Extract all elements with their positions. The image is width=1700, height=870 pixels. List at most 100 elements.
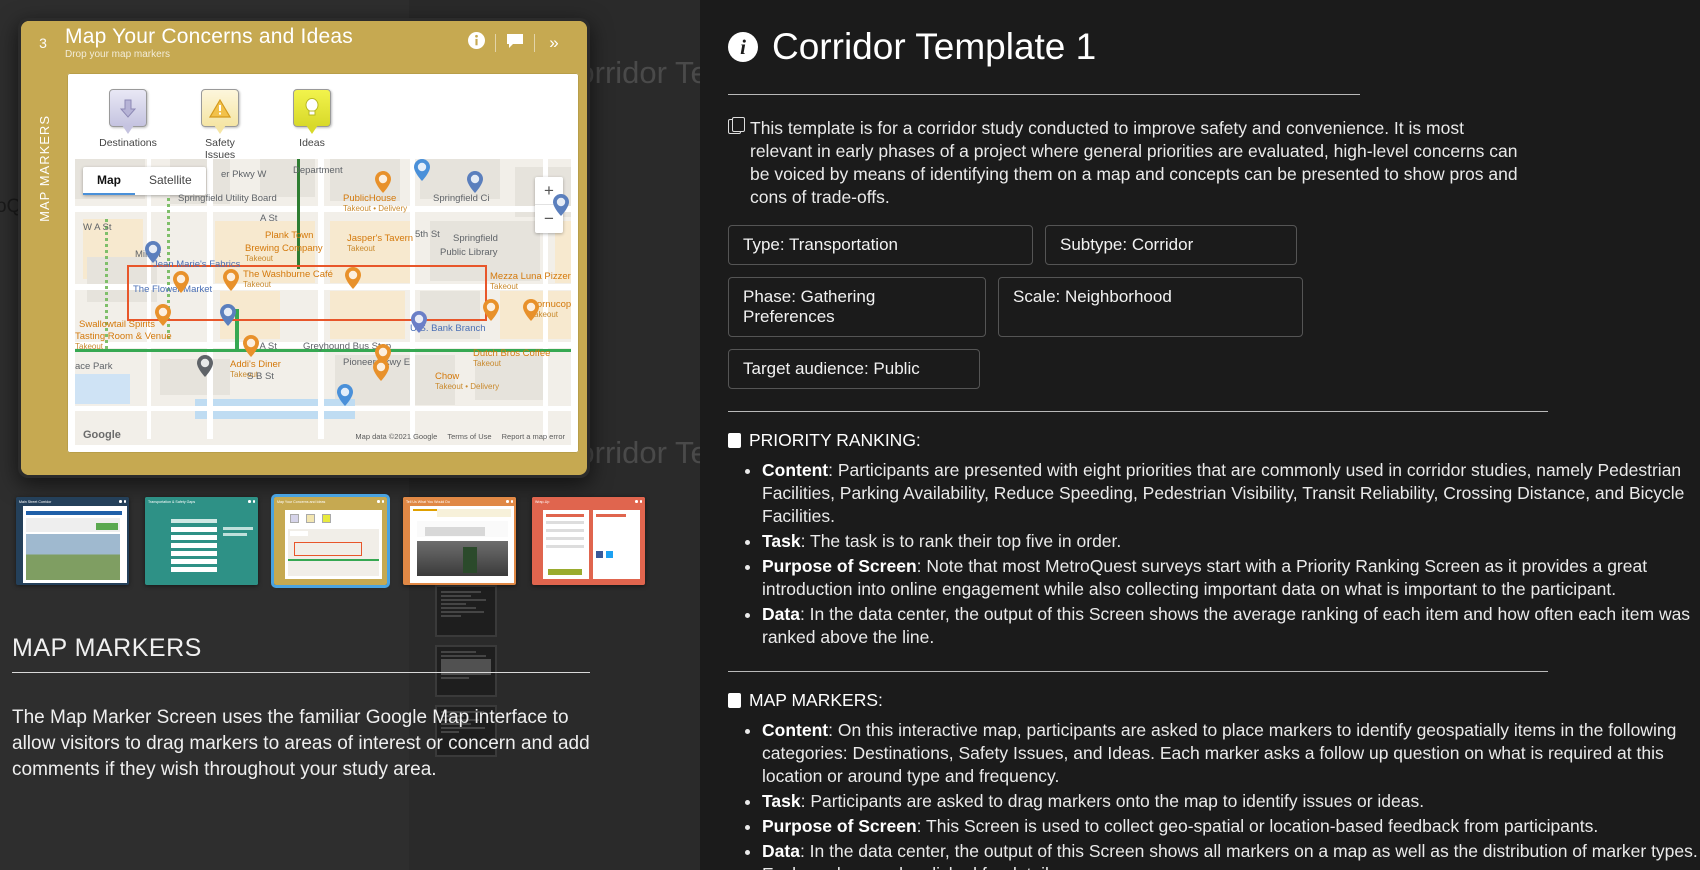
map-pin-icon[interactable] (173, 271, 189, 293)
preview-header: 3 Map Your Concerns and Ideas Drop your … (21, 21, 587, 65)
map-label: Swallowtail Spirits (79, 319, 156, 330)
map-pin-icon[interactable] (223, 269, 239, 291)
bullet-label: Data (762, 604, 800, 624)
map-pin-icon[interactable] (553, 194, 569, 216)
map-pin-icon[interactable] (523, 299, 539, 321)
background-thumbnail[interactable] (435, 645, 497, 697)
bullet-text: : Participants are asked to drag markers… (800, 791, 1425, 811)
map-pin-icon[interactable] (483, 299, 499, 321)
map-label: Jasper's Tavern Takeout (347, 233, 414, 253)
info-panel-header: i Corridor Template 1 (728, 0, 1700, 68)
map-label: er Pkwy W (221, 169, 267, 180)
map-type-toggle[interactable]: Map Satellite (83, 167, 206, 195)
map-pin-icon[interactable] (414, 159, 430, 181)
map-label: Springfield Utility Board (178, 193, 277, 204)
screen-thumbnail-strip[interactable]: Main Street Corridor Transportation & Saf… (16, 494, 645, 588)
map-pin-icon[interactable] (345, 267, 361, 289)
bullet-text: : Participants are presented with eight … (762, 460, 1685, 526)
map-pin-icon[interactable] (467, 171, 483, 193)
attribute-pill: Scale: Neighborhood (998, 277, 1303, 337)
lightbulb-marker-icon (293, 89, 331, 127)
marker-palette: Destinations Safety Issues Ideas (67, 73, 579, 169)
thumb-title: Main Street Corridor (19, 499, 52, 504)
expand-chevrons-icon[interactable]: » (535, 33, 573, 53)
thumb-map-your-concerns[interactable]: Map Your Concerns and Ideas (271, 494, 390, 588)
bullet-label: Purpose of Screen (762, 816, 917, 836)
section-bullet-item: Purpose of Screen: Note that most MetroQ… (762, 555, 1700, 601)
attribute-pill: Target audience: Public (728, 349, 980, 389)
section-heading: MAP MARKERS: (728, 690, 1700, 711)
info-icon[interactable] (457, 32, 495, 54)
map-attribution: Map data ©2021 Google Terms of Use Repor… (347, 432, 565, 441)
map-label: Springfield (453, 233, 498, 244)
comment-icon[interactable] (496, 33, 534, 54)
thumb-title: Tell Us What You Would Do (406, 499, 450, 504)
section-bullet-item: Content: On this interactive map, partic… (762, 719, 1700, 788)
map-pin-icon[interactable] (373, 359, 389, 381)
divider (12, 672, 590, 673)
map-label: PublicHouse Takeout • Delivery (343, 193, 408, 213)
warning-triangle-marker-icon (201, 89, 239, 127)
section-heading: PRIORITY RANKING: (728, 430, 1700, 451)
bullet-label: Data (762, 841, 800, 861)
section-bullet-item: Task: The task is to rank their top five… (762, 530, 1700, 553)
thumb-main-street-corridor[interactable]: Main Street Corridor (16, 497, 129, 585)
map-type-satellite[interactable]: Satellite (135, 167, 206, 195)
screen-description: The Map Marker Screen uses the familiar … (12, 707, 590, 780)
bullet-text: : The task is to rank their top five in … (800, 531, 1122, 551)
screen-preview-modal: 3 Map Your Concerns and Ideas Drop your … (18, 18, 590, 478)
map-pin-icon[interactable] (375, 171, 391, 193)
section-bullet-item: Task: Participants are asked to drag mar… (762, 790, 1700, 813)
section-bullet-item: Purpose of Screen: This Screen is used t… (762, 815, 1700, 838)
bullet-text: : This Screen is used to collect geo-spa… (916, 816, 1599, 836)
thumb-transportation-safety[interactable]: Transportation & Safety Gaps (145, 497, 258, 585)
copy-icon[interactable] (728, 116, 745, 134)
thumb-tell-us-what-you-think[interactable]: Tell Us What You Would Do (403, 497, 516, 585)
map-pin-icon[interactable] (145, 241, 161, 263)
google-logo: Google (83, 429, 121, 441)
page-title: MAP MARKERS (12, 634, 202, 662)
preview-step-number: 3 (39, 35, 47, 51)
background-thumbnail[interactable] (435, 585, 497, 637)
marker-safety-issues[interactable]: Safety Issues (189, 89, 251, 161)
map-pin-icon[interactable] (243, 335, 259, 357)
terms-of-use-link[interactable]: Terms of Use (447, 432, 491, 441)
map-pin-icon[interactable] (197, 355, 213, 377)
google-map[interactable]: Map Satellite + − Google Map data ©2021 … (75, 159, 571, 445)
map-pin-icon[interactable] (220, 304, 236, 326)
preview-screen-rail: MAP MARKERS (21, 65, 67, 475)
section-heading-label: MAP MARKERS: (749, 690, 883, 710)
bullet-text: : On this interactive map, participants … (762, 720, 1677, 786)
map-label: Tasting Room & Venue Takeout (75, 331, 172, 351)
bullet-label: Purpose of Screen (762, 556, 917, 576)
map-pin-icon[interactable] (411, 311, 427, 333)
map-label: 5th St (415, 229, 440, 240)
square-bullet-icon (728, 433, 741, 448)
marker-label: Destinations (99, 137, 157, 149)
report-map-error-link[interactable]: Report a map error (502, 432, 565, 441)
preview-screen-card: Destinations Safety Issues Ideas Map Sat… (67, 73, 579, 453)
map-pin-icon[interactable] (155, 304, 171, 326)
bullet-text: : In the data center, the output of this… (762, 604, 1691, 647)
map-type-map[interactable]: Map (83, 167, 135, 195)
thumb-wrap-up[interactable]: Wrap-Up (532, 497, 645, 585)
map-label: The Washburne Café Takeout (243, 269, 333, 289)
map-label: ace Park (75, 361, 113, 372)
preview-subtitle: Drop your map markers (65, 49, 171, 60)
marker-destinations[interactable]: Destinations (97, 89, 159, 161)
map-pin-icon[interactable] (337, 384, 353, 406)
down-arrow-marker-icon (109, 89, 147, 127)
map-label: Plank Town (265, 230, 314, 241)
map-label: Department (293, 165, 343, 176)
marker-label: Ideas (299, 137, 325, 149)
square-bullet-icon (728, 693, 741, 708)
map-label: Springfield Ci (433, 193, 490, 204)
bullet-label: Task (762, 531, 801, 551)
divider (728, 671, 1548, 672)
section-bullet-item: Data: In the data center, the output of … (762, 603, 1700, 649)
map-label: Dutch Bros Coffee Takeout (473, 348, 551, 368)
attribute-pill: Type: Transportation (728, 225, 1033, 265)
marker-ideas[interactable]: Ideas (281, 89, 343, 161)
map-label: Brewing Company Takeout (245, 243, 323, 263)
map-label: Mezza Luna Pizzeria Takeout (490, 271, 571, 291)
